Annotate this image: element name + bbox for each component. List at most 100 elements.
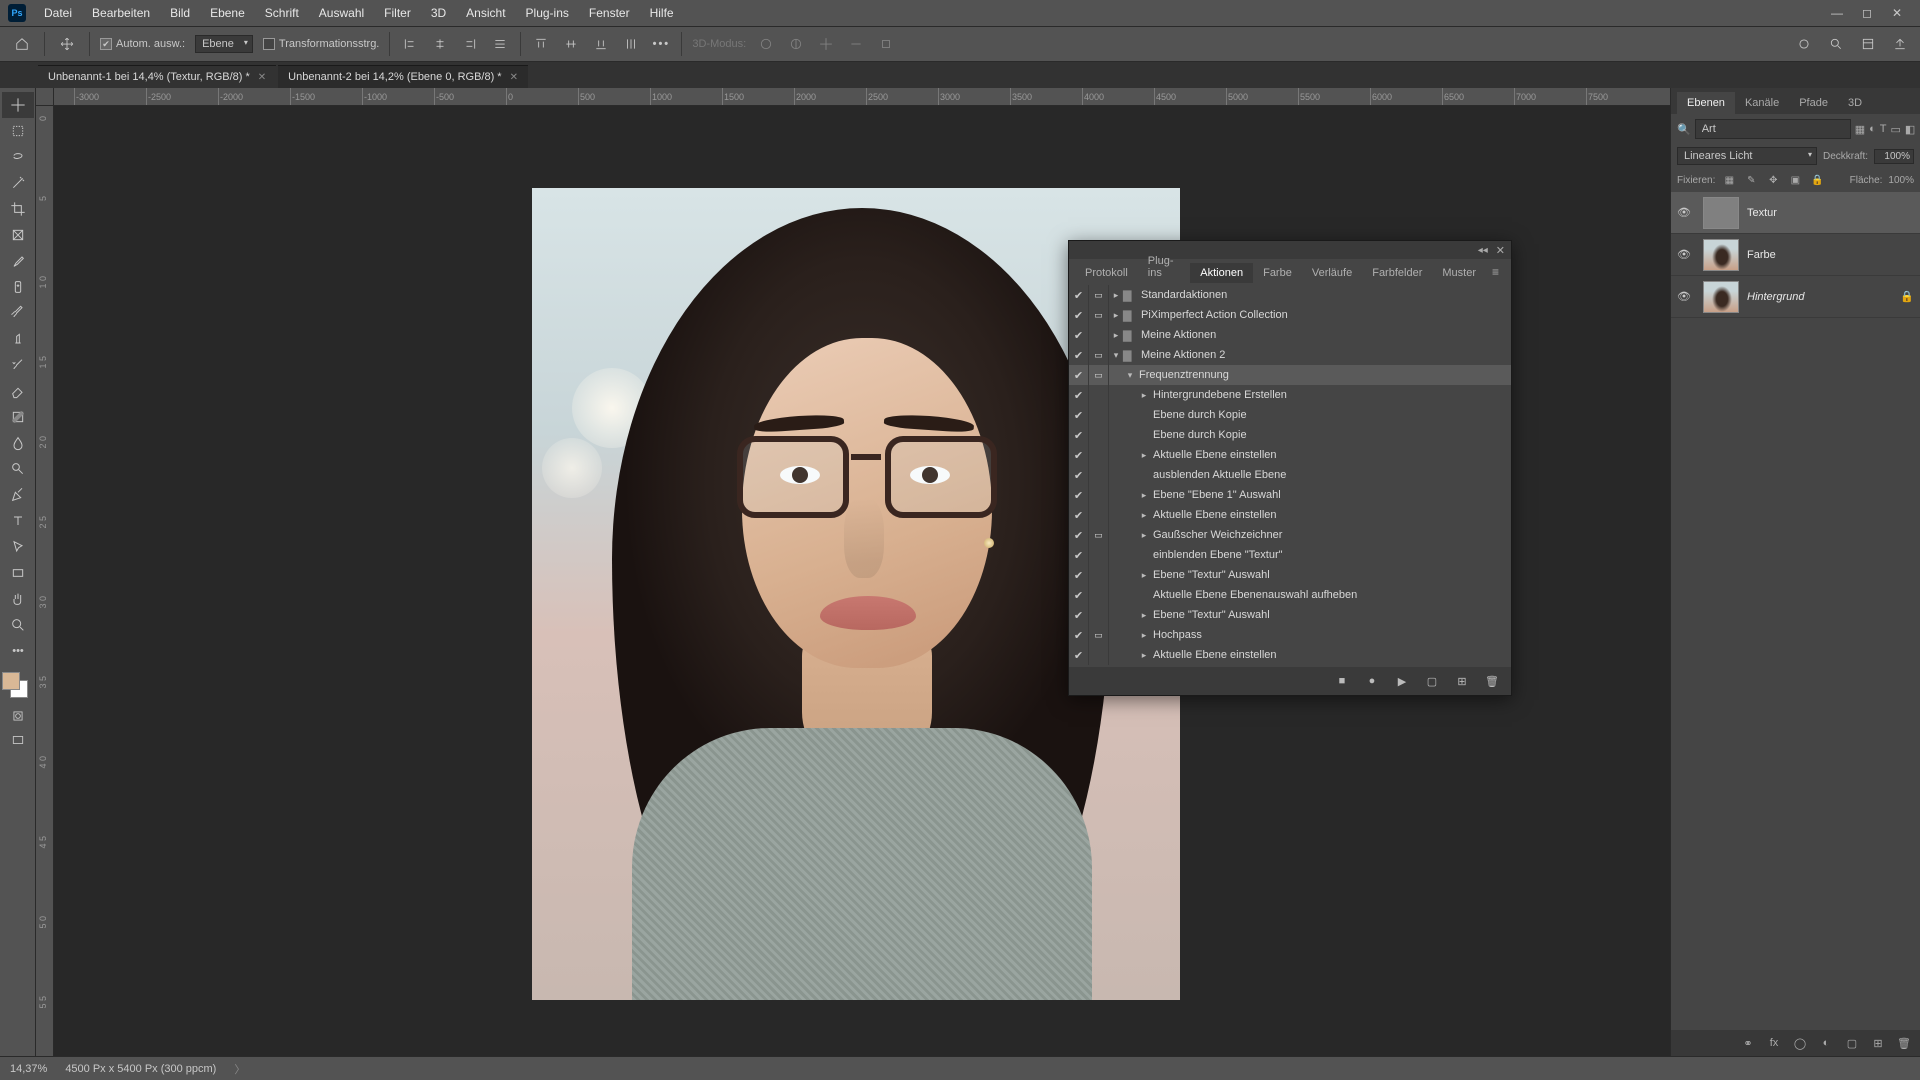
- align-bottom-icon[interactable]: [591, 34, 611, 54]
- distribute-v-icon[interactable]: [621, 34, 641, 54]
- fill-input[interactable]: 100%: [1888, 175, 1914, 186]
- menu-item-bild[interactable]: Bild: [160, 2, 200, 24]
- lock-all-icon[interactable]: 🔒: [1809, 172, 1825, 188]
- filter-smart-icon[interactable]: ◧: [1905, 120, 1915, 138]
- action-enabled-checkbox[interactable]: ✔: [1069, 305, 1089, 325]
- move-tool-icon[interactable]: [2, 92, 34, 118]
- action-dialog-toggle[interactable]: [1089, 485, 1109, 505]
- panel-collapse-icon[interactable]: ◂◂: [1478, 245, 1488, 256]
- action-row[interactable]: ✔einblenden Ebene "Textur": [1069, 545, 1511, 565]
- window-close-button[interactable]: ✕: [1882, 3, 1912, 23]
- action-dialog-toggle[interactable]: [1089, 645, 1109, 665]
- zoom-tool-icon[interactable]: [2, 612, 34, 638]
- action-enabled-checkbox[interactable]: ✔: [1069, 585, 1089, 605]
- zoom-level[interactable]: 14,37%: [10, 1063, 47, 1075]
- layer-visibility-icon[interactable]: 👁: [1677, 290, 1695, 303]
- panel-tab-farbe[interactable]: Farbe: [1253, 263, 1302, 283]
- vertical-ruler[interactable]: 051 01 52 02 53 03 54 04 55 05 5: [36, 106, 54, 1056]
- panel-tab-aktionen[interactable]: Aktionen: [1190, 263, 1253, 283]
- new-set-icon[interactable]: ▢: [1423, 672, 1441, 690]
- action-dialog-toggle[interactable]: [1089, 505, 1109, 525]
- expand-toggle-icon[interactable]: ▸: [1109, 310, 1123, 321]
- marquee-tool-icon[interactable]: [2, 118, 34, 144]
- doc-info-chevron-icon[interactable]: 〉: [234, 1061, 245, 1077]
- blur-tool-icon[interactable]: [2, 430, 34, 456]
- document-info[interactable]: 4500 Px x 5400 Px (300 ppcm): [65, 1063, 216, 1075]
- menu-item-plug-ins[interactable]: Plug-ins: [516, 2, 579, 24]
- home-icon[interactable]: [10, 32, 34, 56]
- action-row[interactable]: ✔Ebene durch Kopie: [1069, 425, 1511, 445]
- pen-tool-icon[interactable]: [2, 482, 34, 508]
- healing-brush-tool-icon[interactable]: [2, 274, 34, 300]
- action-enabled-checkbox[interactable]: ✔: [1069, 625, 1089, 645]
- layer-visibility-icon[interactable]: 👁: [1677, 206, 1695, 219]
- action-dialog-toggle[interactable]: ▭: [1089, 285, 1109, 305]
- actions-panel-titlebar[interactable]: ◂◂ ✕: [1069, 241, 1511, 259]
- rectangle-tool-icon[interactable]: [2, 560, 34, 586]
- actions-panel[interactable]: ◂◂ ✕ ProtokollPlug-insAktionenFarbeVerlä…: [1068, 240, 1512, 696]
- foreground-color-swatch[interactable]: [2, 672, 20, 690]
- menu-item-auswahl[interactable]: Auswahl: [309, 2, 374, 24]
- opacity-input[interactable]: 100%: [1874, 149, 1914, 164]
- expand-toggle-icon[interactable]: ▾: [1109, 350, 1123, 361]
- action-enabled-checkbox[interactable]: ✔: [1069, 485, 1089, 505]
- panel-tab-3d[interactable]: 3D: [1838, 92, 1872, 114]
- action-dialog-toggle[interactable]: [1089, 425, 1109, 445]
- action-row[interactable]: ✔▸Hintergrundebene Erstellen: [1069, 385, 1511, 405]
- menu-item-schrift[interactable]: Schrift: [255, 2, 309, 24]
- action-enabled-checkbox[interactable]: ✔: [1069, 505, 1089, 525]
- clone-stamp-tool-icon[interactable]: [2, 326, 34, 352]
- action-row[interactable]: ✔▸Ebene "Textur" Auswahl: [1069, 565, 1511, 585]
- more-options-icon[interactable]: •••: [651, 34, 671, 54]
- layer-visibility-icon[interactable]: 👁: [1677, 248, 1695, 261]
- action-row[interactable]: ✔▸Ebene "Ebene 1" Auswahl: [1069, 485, 1511, 505]
- layer-name[interactable]: Hintergrund: [1747, 291, 1892, 303]
- document-tab[interactable]: Unbenannt-2 bei 14,2% (Ebene 0, RGB/8) *…: [278, 65, 528, 88]
- action-row[interactable]: ✔ausblenden Aktuelle Ebene: [1069, 465, 1511, 485]
- lasso-tool-icon[interactable]: [2, 144, 34, 170]
- layer-row[interactable]: 👁Textur: [1671, 192, 1920, 234]
- filter-type-icon[interactable]: T: [1880, 120, 1887, 138]
- adjustment-layer-icon[interactable]: ◐: [1818, 1035, 1834, 1051]
- expand-toggle-icon[interactable]: ▸: [1137, 390, 1151, 401]
- auto-select-checkbox[interactable]: ✔ Autom. ausw.:: [100, 38, 185, 50]
- color-swatches[interactable]: [0, 672, 35, 704]
- action-dialog-toggle[interactable]: [1089, 385, 1109, 405]
- align-top-icon[interactable]: [531, 34, 551, 54]
- layer-mask-icon[interactable]: ◯: [1792, 1035, 1808, 1051]
- action-enabled-checkbox[interactable]: ✔: [1069, 645, 1089, 665]
- brush-tool-icon[interactable]: [2, 300, 34, 326]
- action-dialog-toggle[interactable]: [1089, 585, 1109, 605]
- action-enabled-checkbox[interactable]: ✔: [1069, 425, 1089, 445]
- menu-item-fenster[interactable]: Fenster: [579, 2, 640, 24]
- action-dialog-toggle[interactable]: ▭: [1089, 305, 1109, 325]
- action-enabled-checkbox[interactable]: ✔: [1069, 285, 1089, 305]
- share-icon[interactable]: [1890, 34, 1910, 54]
- blend-mode-dropdown[interactable]: Lineares Licht: [1677, 147, 1817, 165]
- action-enabled-checkbox[interactable]: ✔: [1069, 325, 1089, 345]
- window-minimize-button[interactable]: —: [1822, 3, 1852, 23]
- edit-toolbar-icon[interactable]: •••: [2, 638, 34, 664]
- action-dialog-toggle[interactable]: [1089, 325, 1109, 345]
- lock-artboard-icon[interactable]: ▣: [1787, 172, 1803, 188]
- align-left-icon[interactable]: [400, 34, 420, 54]
- play-icon[interactable]: ▶: [1393, 672, 1411, 690]
- action-enabled-checkbox[interactable]: ✔: [1069, 405, 1089, 425]
- layer-lock-icon[interactable]: 🔒: [1900, 290, 1914, 303]
- panel-tab-kanäle[interactable]: Kanäle: [1735, 92, 1789, 114]
- expand-toggle-icon[interactable]: ▸: [1137, 630, 1151, 641]
- search-icon[interactable]: [1826, 34, 1846, 54]
- history-brush-tool-icon[interactable]: [2, 352, 34, 378]
- action-dialog-toggle[interactable]: [1089, 445, 1109, 465]
- menu-item-datei[interactable]: Datei: [34, 2, 82, 24]
- layer-row[interactable]: 👁 Hintergrund 🔒: [1671, 276, 1920, 318]
- filter-shape-icon[interactable]: ▭: [1891, 120, 1901, 138]
- action-row[interactable]: ✔▸Aktuelle Ebene einstellen: [1069, 505, 1511, 525]
- action-row[interactable]: ✔▸Ebene "Textur" Auswahl: [1069, 605, 1511, 625]
- panel-tab-muster[interactable]: Muster: [1432, 263, 1486, 283]
- action-dialog-toggle[interactable]: [1089, 465, 1109, 485]
- action-dialog-toggle[interactable]: [1089, 545, 1109, 565]
- panel-close-icon[interactable]: ✕: [1496, 244, 1505, 257]
- action-row[interactable]: ✔▭▸Gaußscher Weichzeichner: [1069, 525, 1511, 545]
- action-enabled-checkbox[interactable]: ✔: [1069, 365, 1089, 385]
